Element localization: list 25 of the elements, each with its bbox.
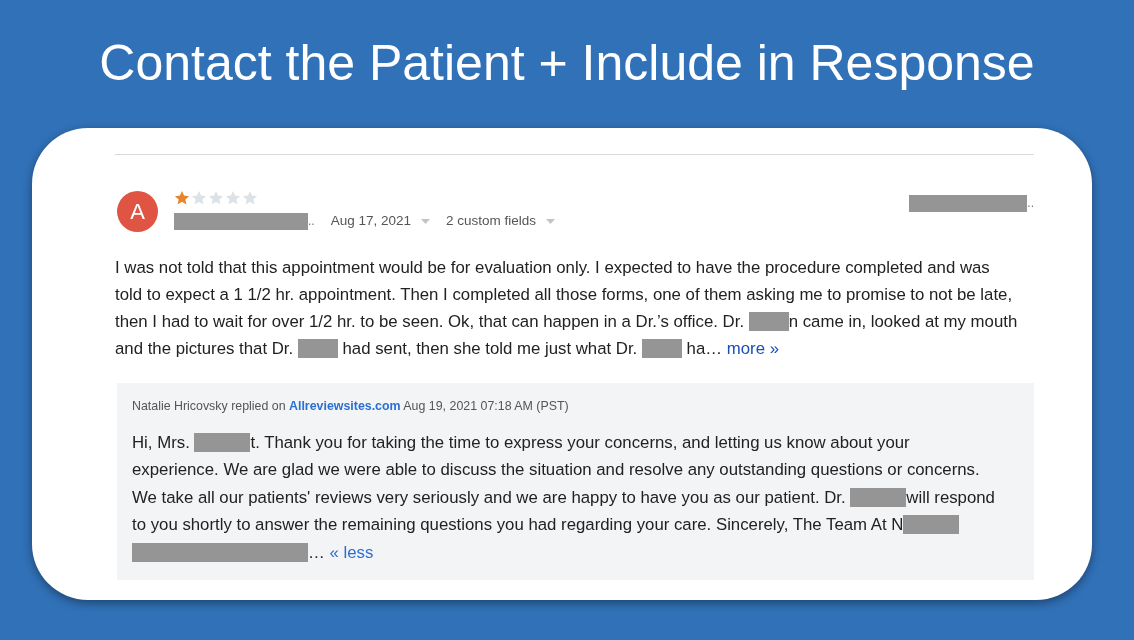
redaction-bar xyxy=(194,432,251,452)
site-link[interactable]: Allreviewsites.com xyxy=(289,399,401,413)
star-icon xyxy=(174,190,190,206)
custom-fields-dropdown[interactable]: 2 custom fields xyxy=(446,211,556,232)
review-text: I was not told that this appointment would be for evaluation only. I expected to have the procedure completed and was told to expect a 1 1/2 hr. appointment. Then I completed all those forms, one of them asking me to promise to not be late, then I had to wait for over 1/2 hr. to be seen. Ok, that can happen in a Dr.’s office. Dr. n came in, looked at my mouth and the pictures that Dr. had sent, then she told me just what Dr. ha… more » xyxy=(115,257,1018,360)
redaction-bar xyxy=(748,312,789,331)
slide-title: Contact the Patient + Include in Response xyxy=(98,34,1036,93)
more-link[interactable]: more » xyxy=(726,339,779,358)
redaction-bar xyxy=(850,487,907,507)
caret-icon xyxy=(546,218,556,224)
caret-icon xyxy=(421,218,430,224)
star-icon xyxy=(242,190,258,206)
truncation-dots: .. xyxy=(1027,195,1034,212)
truncation-dots: .. xyxy=(308,213,315,231)
redaction-bar xyxy=(903,515,960,535)
date-dropdown[interactable]: Aug 17, 2021 xyxy=(330,211,430,232)
reply-header: Natalie Hricovsky replied on Allreviewsites.com Aug 19, 2021 07:18 AM (PST) xyxy=(132,398,570,415)
star-icon xyxy=(225,190,241,206)
redaction-bar xyxy=(297,339,338,358)
less-link[interactable]: « less xyxy=(329,542,374,562)
star-icon xyxy=(191,190,207,206)
reply-text: Hi, Mrs. t. Thank you for taking the time to express your concerns, and letting us know about your experience. We are glad we were able to discuss the situation and resolve any outstanding questions or concerns. We take all our patients' reviews very seriously and we are happy to have you as our patient. Dr. will respond to you shortly to answer the remaining questions you had regarding your care. Sincerely, The Team At N … « less xyxy=(132,431,996,564)
star-icon xyxy=(208,190,224,206)
redaction-bar xyxy=(641,339,682,358)
avatar: A xyxy=(117,191,158,232)
